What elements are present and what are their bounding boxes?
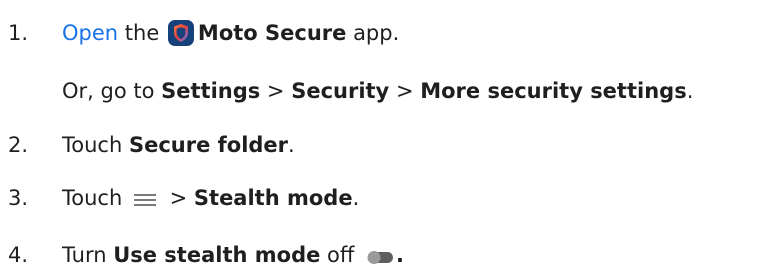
open-link[interactable]: Open <box>62 21 118 45</box>
secure-folder-label: Secure folder <box>128 133 289 157</box>
step-text: Touch Secure folder. <box>62 133 295 157</box>
security-label: Security <box>291 79 390 103</box>
use-stealth-mode-label: Use stealth mode <box>113 243 321 267</box>
step-number: 1. <box>8 21 29 45</box>
step-number: 2. <box>8 133 29 157</box>
step-text: Turn Use stealth mode off . <box>62 243 404 269</box>
settings-label: Settings <box>161 79 261 103</box>
toggle-off-icon <box>365 243 395 269</box>
step-text: Or, go to Settings > Security > More sec… <box>62 79 694 103</box>
stealth-mode-label: Stealth mode <box>193 186 353 210</box>
step-text: Open the Moto Secure app. <box>62 20 400 46</box>
moto-secure-shield-icon <box>167 20 194 46</box>
app-name: Moto Secure <box>197 21 347 45</box>
step-text: Touch > Stealth mode. <box>62 186 360 212</box>
menu-icon <box>133 186 157 212</box>
more-security-settings-label: More security settings <box>420 79 687 103</box>
step-number: 3. <box>8 186 29 210</box>
step-number: 4. <box>8 243 29 267</box>
